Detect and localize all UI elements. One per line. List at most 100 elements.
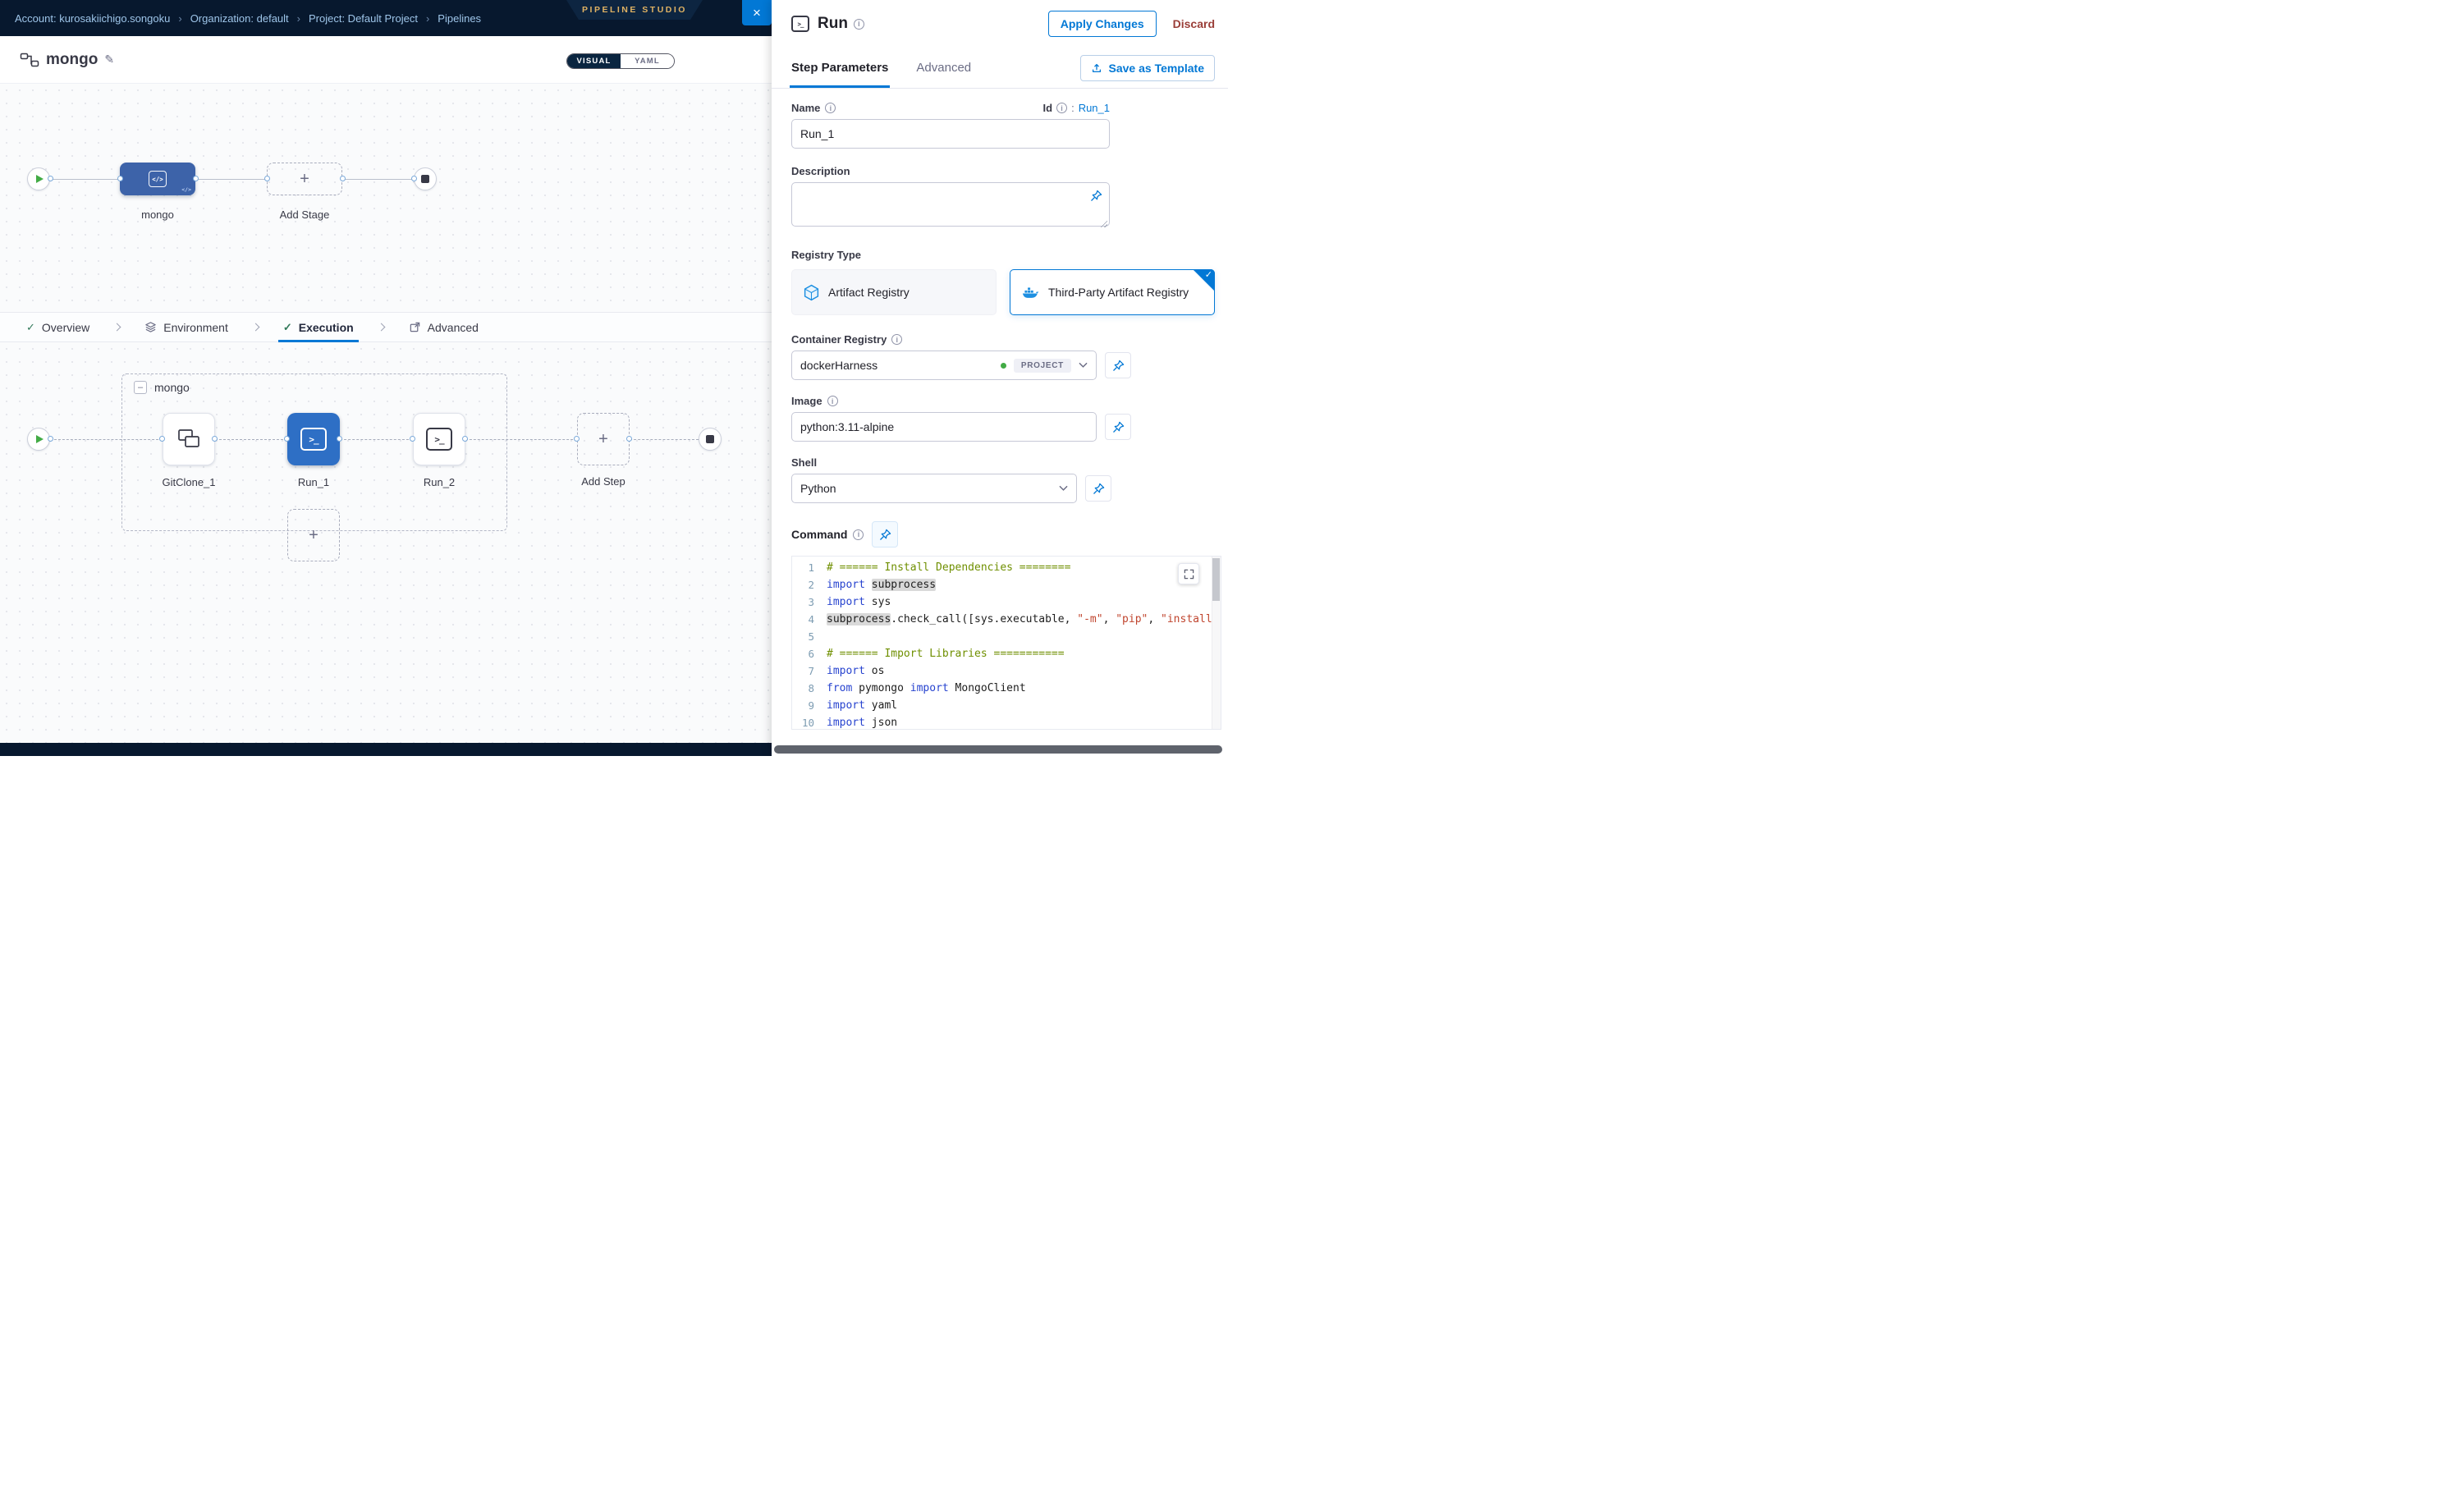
- info-icon[interactable]: [827, 396, 838, 406]
- shell-value: Python: [800, 482, 836, 495]
- stage-node-mongo[interactable]: </> </>: [120, 163, 195, 195]
- plus-icon: +: [300, 171, 309, 187]
- play-icon: [36, 435, 44, 443]
- collapse-group-button[interactable]: –: [134, 381, 147, 394]
- tab-environment[interactable]: Environment: [140, 313, 233, 341]
- bottom-console-bar[interactable]: [0, 743, 772, 756]
- image-input[interactable]: [791, 412, 1097, 442]
- execution-graph-canvas: – mongo GitClone_1 >_ Run_1 >_ Run_2: [0, 342, 772, 743]
- edit-pipeline-icon[interactable]: ✎: [104, 53, 114, 66]
- info-icon[interactable]: [825, 103, 836, 113]
- add-step-button[interactable]: +: [577, 413, 630, 465]
- editor-scrollbar-thumb[interactable]: [1212, 558, 1220, 601]
- pipeline-start-node[interactable]: [27, 167, 50, 190]
- panel-header-actions: Apply Changes Discard: [1048, 11, 1215, 37]
- artifact-registry-icon: [803, 284, 820, 301]
- tab-overview[interactable]: ✓ Overview: [21, 313, 94, 341]
- step-node-run-2[interactable]: >_: [413, 413, 465, 465]
- environment-icon: [144, 321, 157, 333]
- stage-tabs-bar: ✓ Overview Environment ✓ Execution Advan…: [0, 312, 772, 342]
- code-line: 10import json: [792, 714, 1221, 730]
- step-node-run-1-selected[interactable]: >_: [287, 413, 340, 465]
- pin-icon[interactable]: [1105, 352, 1131, 378]
- breadcrumb-account[interactable]: Account: kurosakiichigo.songoku: [15, 12, 170, 25]
- image-row: [791, 412, 1215, 442]
- edge-dot: [574, 436, 580, 442]
- execution-start-node[interactable]: [27, 428, 50, 451]
- edge-dot: [264, 176, 270, 181]
- image-label: Image: [791, 395, 822, 407]
- stop-icon: [421, 175, 429, 183]
- yaml-toggle-button[interactable]: YAML: [621, 54, 674, 68]
- info-icon[interactable]: [1056, 103, 1067, 113]
- code-line: 4subprocess.check_call([sys.executable, …: [792, 611, 1221, 628]
- code-text[interactable]: from pymongo import MongoClient: [827, 680, 1026, 697]
- stage-node-label: mongo: [120, 208, 195, 221]
- name-label-group: Name: [791, 102, 836, 114]
- name-input[interactable]: [791, 119, 1110, 149]
- command-code-editor[interactable]: 1# ====== Install Dependencies ========2…: [791, 556, 1221, 730]
- horizontal-scrollbar-thumb[interactable]: [774, 745, 1222, 754]
- breadcrumb-project[interactable]: Project: Default Project: [309, 12, 418, 25]
- close-panel-button[interactable]: ×: [742, 0, 772, 25]
- container-registry-field[interactable]: dockerHarness PROJECT: [791, 351, 1097, 380]
- pipeline-icon: [20, 52, 39, 68]
- resize-handle[interactable]: [1100, 220, 1107, 227]
- check-icon: ✓: [283, 321, 292, 334]
- code-text[interactable]: import yaml: [827, 697, 897, 714]
- expand-editor-button[interactable]: [1178, 563, 1199, 584]
- stage-graph-canvas: </> </> mongo + Add Stage: [0, 84, 772, 312]
- shell-select[interactable]: Python: [791, 474, 1077, 503]
- line-number: 10: [792, 714, 827, 730]
- registry-option-third-party[interactable]: Third-Party Artifact Registry ✓: [1010, 269, 1215, 315]
- step-label-run-2: Run_2: [413, 476, 465, 488]
- code-line: 6# ====== Import Libraries ===========: [792, 645, 1221, 662]
- apply-changes-button[interactable]: Apply Changes: [1048, 11, 1157, 37]
- step-node-gitclone-1[interactable]: [163, 413, 215, 465]
- chevron-right-icon: [113, 323, 121, 332]
- upload-icon: [1091, 62, 1102, 74]
- pin-icon[interactable]: [872, 521, 898, 548]
- breadcrumb-organization[interactable]: Organization: default: [190, 12, 289, 25]
- info-icon[interactable]: [891, 334, 902, 345]
- edge-dot: [159, 436, 165, 442]
- edge-dot: [410, 436, 415, 442]
- save-as-template-button[interactable]: Save as Template: [1080, 55, 1215, 81]
- pipeline-end-node[interactable]: [414, 167, 437, 190]
- pin-icon[interactable]: [1105, 414, 1131, 440]
- code-text[interactable]: import subprocess: [827, 576, 936, 593]
- execution-end-node[interactable]: [699, 428, 722, 451]
- info-icon[interactable]: [853, 529, 864, 540]
- editor-scrollbar[interactable]: [1212, 557, 1221, 729]
- edge: [342, 179, 414, 180]
- code-text[interactable]: import os: [827, 662, 884, 680]
- description-textarea[interactable]: [791, 182, 1110, 227]
- add-stage-button[interactable]: +: [267, 163, 342, 195]
- code-text[interactable]: # ====== Install Dependencies ========: [827, 559, 1070, 576]
- description-field-wrap: [791, 182, 1110, 231]
- code-line: 7import os: [792, 662, 1221, 680]
- pin-icon[interactable]: [1085, 475, 1111, 502]
- description-label: Description: [791, 165, 850, 177]
- tab-step-parameters[interactable]: Step Parameters: [791, 48, 888, 88]
- info-icon[interactable]: [854, 19, 864, 30]
- code-text[interactable]: import sys: [827, 593, 891, 611]
- command-label-group: Command: [791, 528, 864, 541]
- pin-icon[interactable]: [1090, 190, 1102, 204]
- tab-advanced[interactable]: Advanced: [404, 313, 483, 341]
- description-label-group: Description: [791, 165, 1215, 177]
- pipeline-canvas-area: Account: kurosakiichigo.songoku Organiza…: [0, 0, 772, 756]
- code-text[interactable]: subprocess.check_call([sys.executable, "…: [827, 611, 1221, 628]
- tab-step-advanced[interactable]: Advanced: [916, 48, 971, 88]
- registry-option-artifact[interactable]: Artifact Registry: [791, 269, 997, 315]
- visual-toggle-button[interactable]: VISUAL: [567, 54, 621, 68]
- code-text[interactable]: import json: [827, 714, 897, 730]
- code-line: 2import subprocess: [792, 576, 1221, 593]
- add-parallel-step-button[interactable]: +: [287, 509, 340, 561]
- code-text[interactable]: # ====== Import Libraries ===========: [827, 645, 1065, 662]
- tab-advanced-label: Advanced: [428, 321, 479, 334]
- discard-button[interactable]: Discard: [1173, 17, 1215, 30]
- tab-execution[interactable]: ✓ Execution: [278, 313, 359, 341]
- id-value[interactable]: Run_1: [1079, 102, 1110, 114]
- breadcrumb-pipelines[interactable]: Pipelines: [438, 12, 481, 25]
